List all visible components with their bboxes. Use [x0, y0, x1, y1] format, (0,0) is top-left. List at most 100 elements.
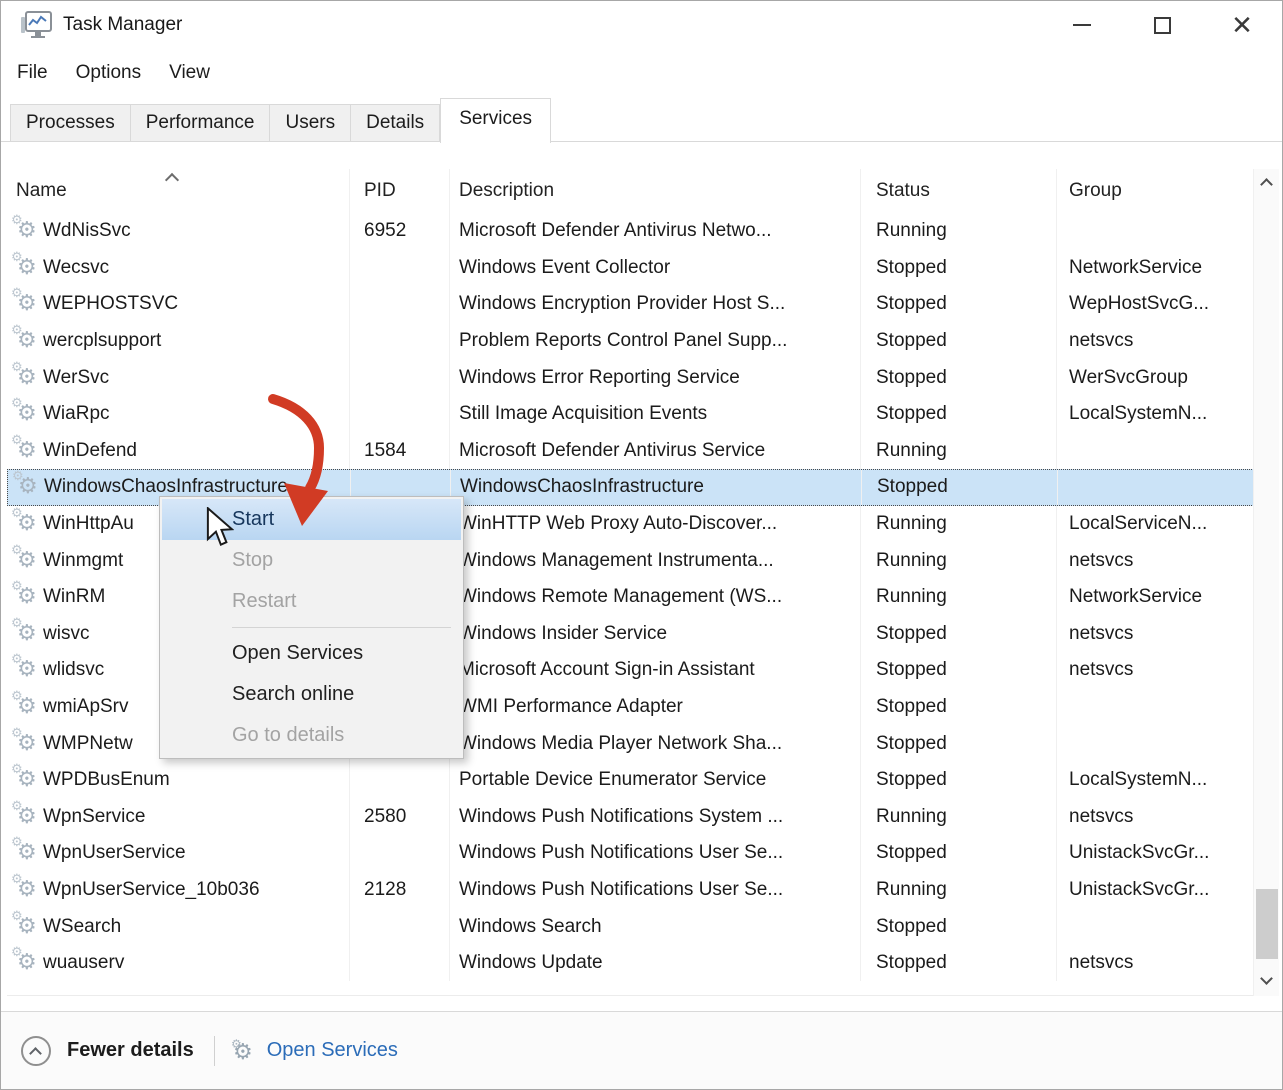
- service-status: Stopped: [862, 470, 1058, 505]
- tab-performance[interactable]: Performance: [131, 104, 271, 142]
- table-row[interactable]: wuauservWindows UpdateStoppednetsvcs: [7, 945, 1278, 982]
- service-name: wercplsupport: [7, 323, 350, 360]
- menu-view[interactable]: View: [159, 58, 220, 88]
- service-name: WPDBusEnum: [7, 762, 350, 799]
- context-menu-item-open-services[interactable]: Open Services: [162, 633, 461, 674]
- service-group: netsvcs: [1057, 945, 1278, 982]
- service-status: Running: [861, 506, 1057, 543]
- service-name: WEPHOSTSVC: [7, 286, 350, 323]
- column-header-status[interactable]: Status: [861, 169, 1057, 213]
- table-row[interactable]: WecsvcWindows Event CollectorStoppedNetw…: [7, 250, 1278, 287]
- table-row[interactable]: WEPHOSTSVC Windows Encryption Provider Ho…: [7, 286, 1278, 323]
- service-group: [1058, 470, 1277, 505]
- service-gear-icon: [11, 692, 43, 722]
- context-menu-item-search-online[interactable]: Search online: [162, 674, 461, 715]
- service-description: Windows Encryption Provider Host S...: [450, 286, 861, 323]
- scroll-down-button[interactable]: [1254, 968, 1280, 996]
- service-gear-icon: [11, 436, 43, 466]
- column-header-pid[interactable]: PID: [350, 169, 450, 213]
- task-manager-app-icon: [19, 9, 53, 41]
- maximize-button[interactable]: [1122, 1, 1202, 49]
- service-gear-icon: [11, 765, 43, 795]
- tab-services[interactable]: Services: [440, 98, 551, 143]
- service-gear-icon: [11, 912, 43, 942]
- service-status: Stopped: [861, 725, 1057, 762]
- service-status: Running: [861, 433, 1057, 470]
- table-row[interactable]: WpnUserService Windows Push Notifications…: [7, 835, 1278, 872]
- service-description: Windows Management Instrumenta...: [450, 542, 861, 579]
- service-pid: 2580: [350, 799, 450, 836]
- service-name: WpnUserService: [7, 835, 350, 872]
- service-description: WMI Performance Adapter: [450, 689, 861, 726]
- tab-details[interactable]: Details: [351, 104, 440, 142]
- service-gear-icon: [11, 399, 43, 429]
- scroll-up-button[interactable]: [1254, 169, 1280, 197]
- table-row[interactable]: WiaRpcStill Image Acquisition EventsStop…: [7, 396, 1278, 433]
- service-gear-icon: [12, 472, 44, 502]
- service-description: WinHTTP Web Proxy Auto-Discover...: [450, 506, 861, 543]
- service-pid: 6952: [350, 213, 450, 250]
- fewer-details-label: Fewer details: [67, 1039, 194, 1062]
- table-row[interactable]: WinDefend1584Microsoft Defender Antiviru…: [7, 433, 1278, 470]
- service-gear-icon: [11, 948, 43, 978]
- minimize-button[interactable]: [1042, 1, 1122, 49]
- window-controls: ✕: [1042, 1, 1282, 49]
- service-group: [1057, 725, 1278, 762]
- minimize-icon: [1073, 24, 1091, 26]
- service-gear-icon: [11, 802, 43, 832]
- scrollbar-thumb[interactable]: [1256, 889, 1278, 959]
- close-button[interactable]: ✕: [1202, 1, 1282, 49]
- service-status: Running: [861, 872, 1057, 909]
- service-pid: [350, 250, 450, 287]
- service-status: Stopped: [861, 250, 1057, 287]
- table-row[interactable]: WSearchWindows SearchStopped: [7, 908, 1278, 945]
- tab-users[interactable]: Users: [270, 104, 351, 142]
- service-status: Stopped: [861, 762, 1057, 799]
- service-pid: [350, 396, 450, 433]
- context-menu: StartStopRestartOpen ServicesSearch onli…: [159, 496, 464, 759]
- service-name: WpnUserService_10b036: [7, 872, 350, 909]
- service-description: Microsoft Account Sign-in Assistant: [450, 652, 861, 689]
- service-status: Running: [861, 799, 1057, 836]
- open-services-label: Open Services: [267, 1039, 398, 1062]
- table-row[interactable]: WerSvcWindows Error Reporting ServiceSto…: [7, 359, 1278, 396]
- menu-file[interactable]: File: [7, 58, 58, 88]
- vertical-scrollbar[interactable]: [1253, 169, 1279, 996]
- open-services-link[interactable]: ⚙ ⚙ Open Services: [231, 1038, 398, 1064]
- column-header-name[interactable]: Name: [7, 169, 350, 213]
- service-description: Microsoft Defender Antivirus Netwo...: [450, 213, 861, 250]
- service-gear-icon: [11, 655, 43, 685]
- table-row[interactable]: wercplsupportProblem Reports Control Pan…: [7, 323, 1278, 360]
- table-row[interactable]: WpnUserService_10b0362128Windows Push No…: [7, 872, 1278, 909]
- service-status: Stopped: [861, 286, 1057, 323]
- table-row[interactable]: WdNisSvc6952Microsoft Defender Antivirus…: [7, 213, 1278, 250]
- service-gear-icon: [11, 253, 43, 283]
- collapse-circle-icon: [21, 1036, 51, 1066]
- service-group: netsvcs: [1057, 616, 1278, 653]
- table-row[interactable]: WPDBusEnumPortable Device Enumerator Ser…: [7, 762, 1278, 799]
- service-pid: [350, 945, 450, 982]
- service-group: [1057, 433, 1278, 470]
- service-description: Windows Push Notifications User Se...: [450, 872, 861, 909]
- service-description: Windows Push Notifications User Se...: [450, 835, 861, 872]
- tab-processes[interactable]: Processes: [10, 104, 131, 142]
- service-group: netsvcs: [1057, 542, 1278, 579]
- service-group: LocalSystemN...: [1057, 396, 1278, 433]
- table-row[interactable]: WpnService2580Windows Push Notifications…: [7, 799, 1278, 836]
- service-status: Stopped: [861, 835, 1057, 872]
- context-menu-item-start[interactable]: Start: [162, 499, 461, 540]
- service-group: netsvcs: [1057, 323, 1278, 360]
- service-gear-icon: [11, 509, 43, 539]
- service-group: LocalServiceN...: [1057, 506, 1278, 543]
- service-description: Windows Error Reporting Service: [450, 359, 861, 396]
- service-gear-icon: [11, 729, 43, 759]
- column-header-description[interactable]: Description: [450, 169, 861, 213]
- menu-options[interactable]: Options: [66, 58, 151, 88]
- maximize-icon: [1154, 17, 1171, 34]
- service-gear-icon: [11, 363, 43, 393]
- fewer-details-button[interactable]: Fewer details: [21, 1036, 194, 1066]
- column-header-group[interactable]: Group: [1057, 169, 1278, 213]
- service-gear-icon: [11, 582, 43, 612]
- sort-ascending-icon: [167, 173, 177, 183]
- svg-text:⚙: ⚙: [231, 1038, 242, 1051]
